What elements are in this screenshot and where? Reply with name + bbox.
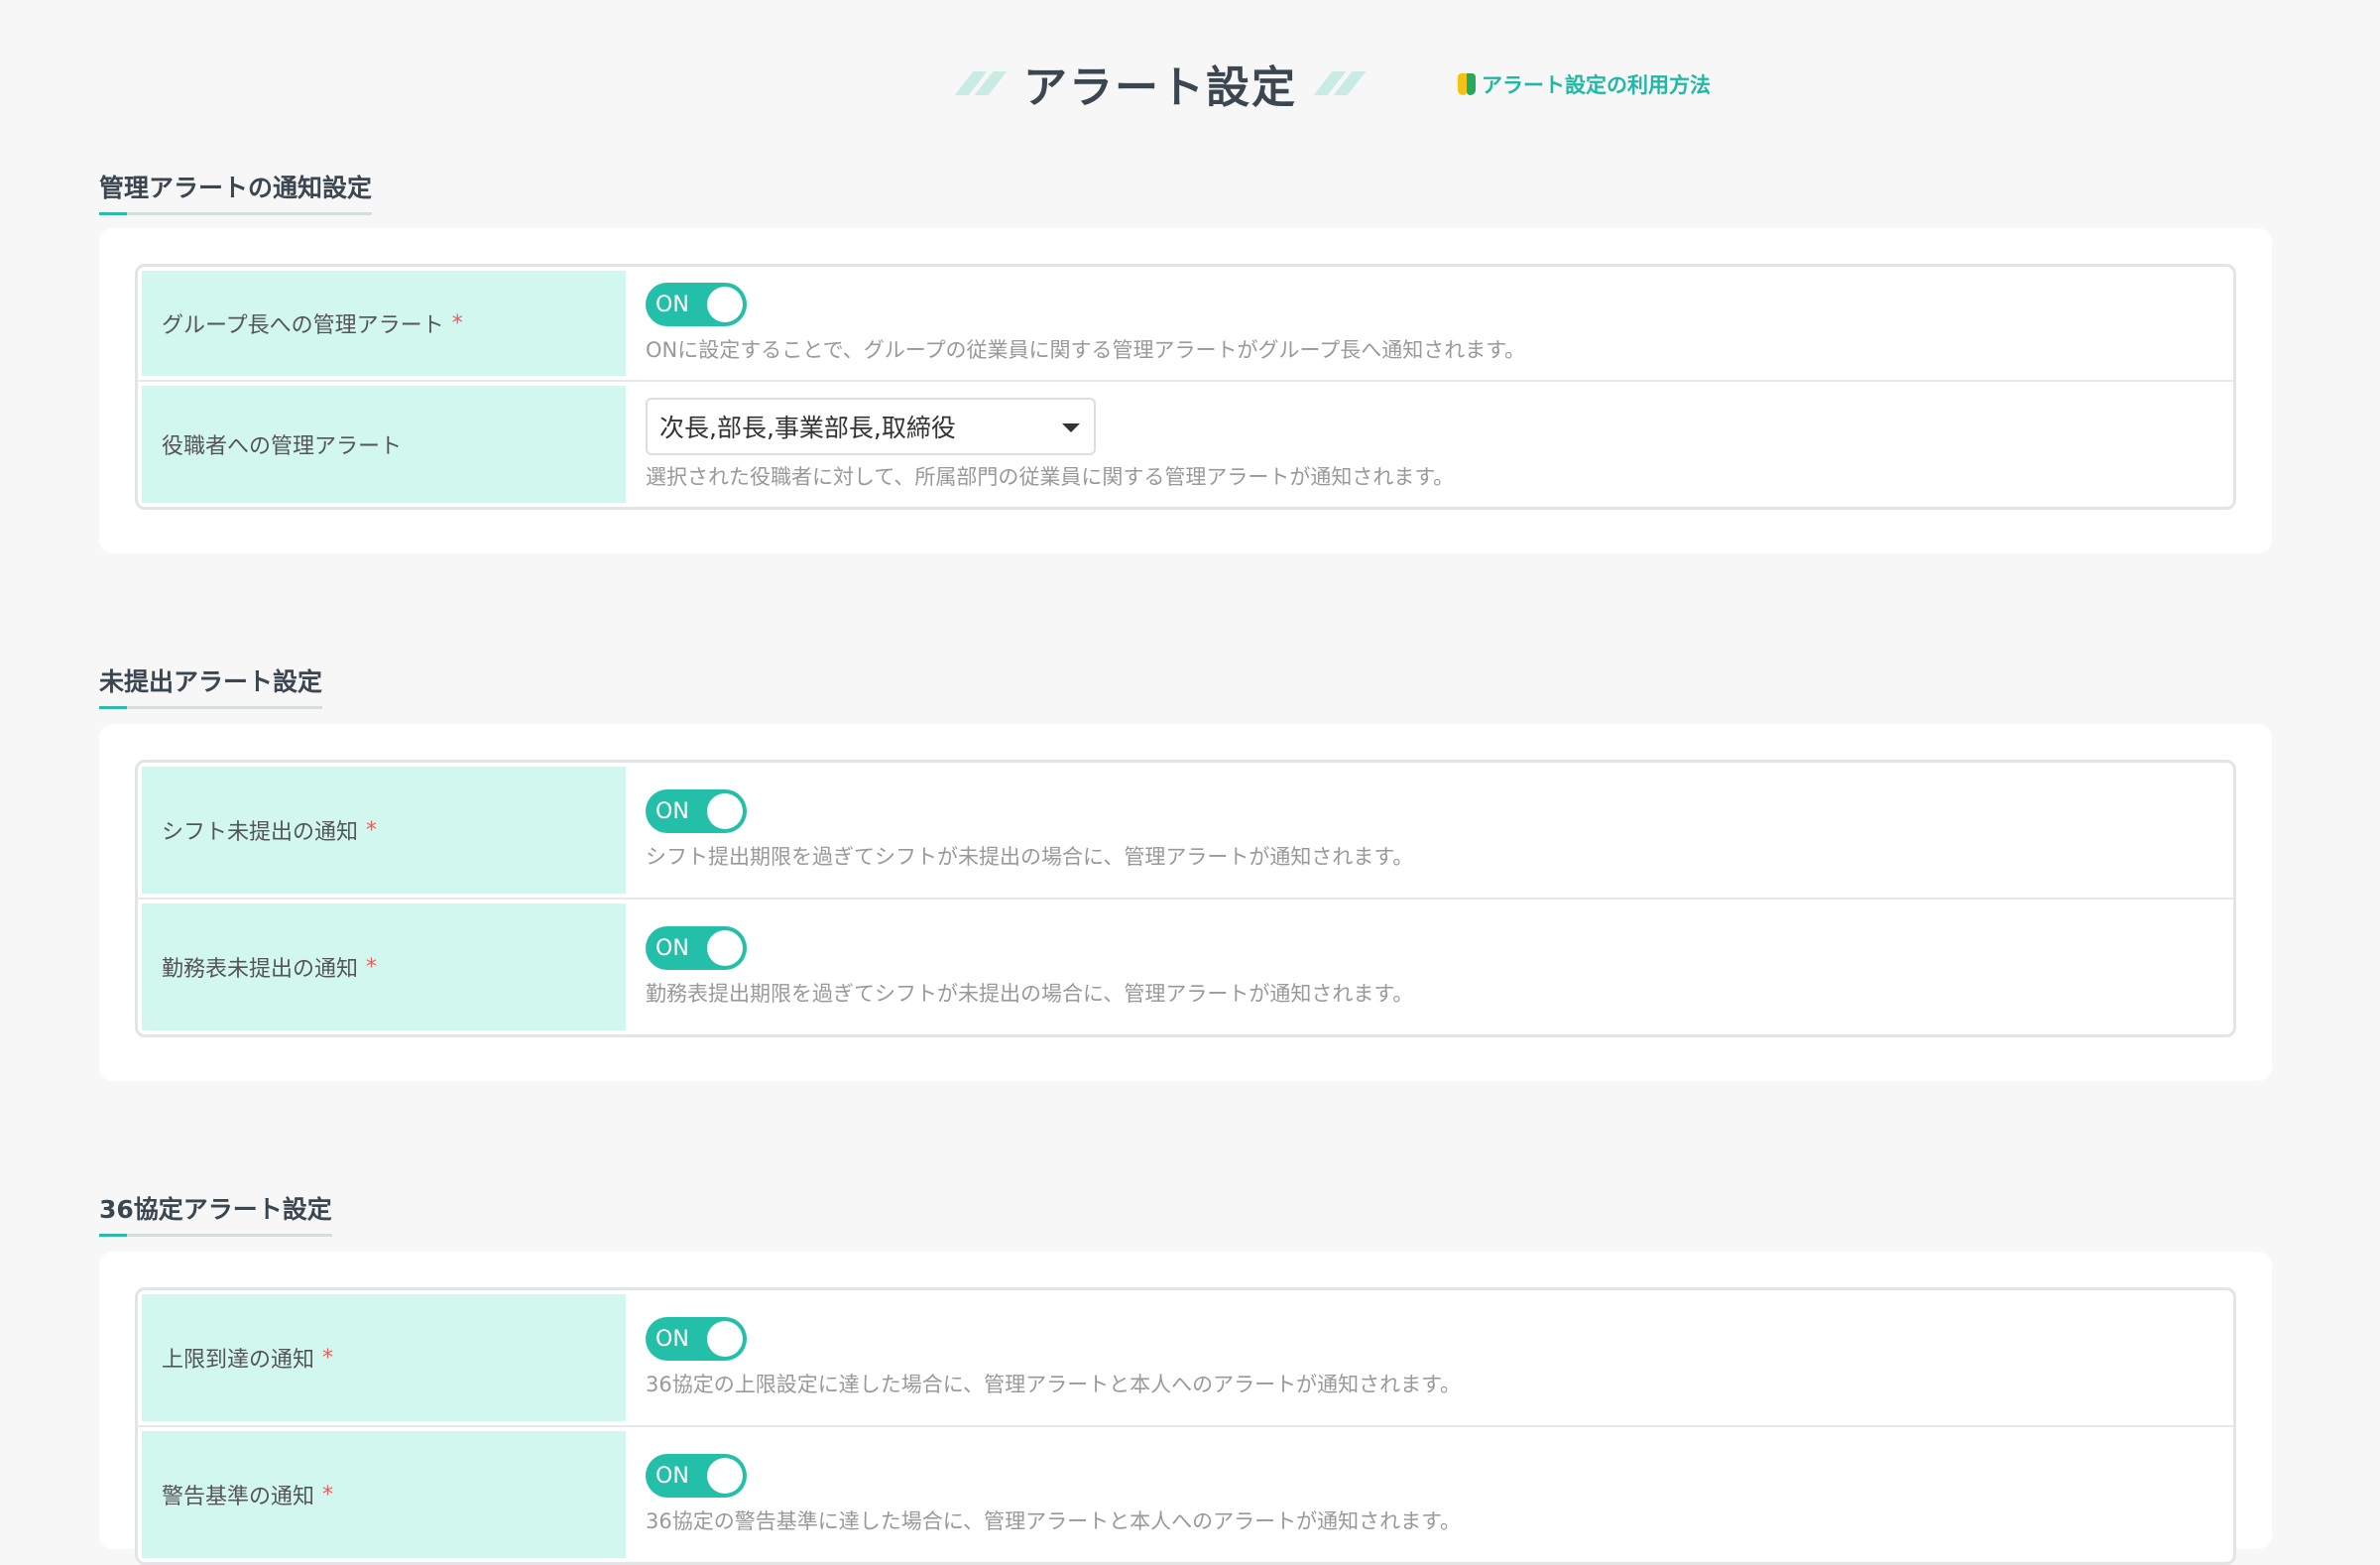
help-link[interactable]: アラート設定の利用方法 xyxy=(1458,69,1711,99)
row-label: シフト未提出の通知 * xyxy=(142,767,626,894)
section-title-unsubmitted: 未提出アラート設定 xyxy=(99,662,323,709)
toggle-state-label: ON xyxy=(655,293,689,317)
toggle-knob xyxy=(707,287,743,322)
timesheet-unsubmitted-toggle[interactable]: ON xyxy=(646,926,747,970)
row-label-text: シフト未提出の通知 xyxy=(162,820,359,845)
beginner-leaf-icon xyxy=(1458,71,1476,97)
row-description: ONに設定することで、グループの従業員に関する管理アラートがグループ長へ通知され… xyxy=(646,338,1526,362)
row-content: ON 36協定の上限設定に達した場合に、管理アラートと本人へのアラートが通知され… xyxy=(626,1290,2233,1425)
page-header: アラート設定 アラート設定の利用方法 xyxy=(0,44,2380,123)
row-description: シフト提出期限を過ぎてシフトが未提出の場合に、管理アラートが通知されます。 xyxy=(646,845,1414,869)
row-label-text: 役職者への管理アラート xyxy=(162,434,403,459)
card-management-alerts: グループ長への管理アラート * ON ONに設定することで、グループの従業員に関… xyxy=(99,228,2272,553)
section-title-36-agreement: 36協定アラート設定 xyxy=(99,1190,332,1237)
toggle-state-label: ON xyxy=(655,799,689,824)
executive-select[interactable]: 次長,部長,事業部長,取締役 xyxy=(646,398,1096,455)
row-content: ON シフト提出期限を過ぎてシフトが未提出の場合に、管理アラートが通知されます。 xyxy=(626,763,2233,898)
settings-table: グループ長への管理アラート * ON ONに設定することで、グループの従業員に関… xyxy=(135,264,2236,510)
row-shift-unsubmitted: シフト未提出の通知 * ON シフト提出期限を過ぎてシフトが未提出の場合に、管理… xyxy=(138,763,2233,898)
row-label: グループ長への管理アラート * xyxy=(142,271,626,376)
limit-reached-toggle[interactable]: ON xyxy=(646,1317,747,1361)
row-label-text: グループ長への管理アラート xyxy=(162,313,444,338)
row-label: 上限到達の通知 * xyxy=(142,1294,626,1421)
row-description: 36協定の上限設定に達した場合に、管理アラートと本人へのアラートが通知されます。 xyxy=(646,1373,1461,1396)
title-wrap: アラート設定 xyxy=(954,52,1367,115)
section-title-text: 36協定アラート設定 xyxy=(99,1195,332,1224)
row-description: 36協定の警告基準に達した場合に、管理アラートと本人へのアラートが通知されます。 xyxy=(646,1509,1461,1533)
row-label-text: 警告基準の通知 xyxy=(162,1485,315,1509)
row-limit-reached: 上限到達の通知 * ON 36協定の上限設定に達した場合に、管理アラートと本人へ… xyxy=(138,1290,2233,1425)
toggle-knob xyxy=(707,930,743,966)
group-leader-alert-toggle[interactable]: ON xyxy=(646,283,747,326)
toggle-state-label: ON xyxy=(655,1464,689,1489)
title-decoration-left xyxy=(954,71,1008,95)
card-36-agreement-alerts: 上限到達の通知 * ON 36協定の上限設定に達した場合に、管理アラートと本人へ… xyxy=(99,1252,2272,1565)
row-label-text: 上限到達の通知 xyxy=(162,1348,315,1373)
settings-table: 上限到達の通知 * ON 36協定の上限設定に達した場合に、管理アラートと本人へ… xyxy=(135,1287,2236,1565)
caret-down-icon xyxy=(1062,423,1080,432)
warning-threshold-toggle[interactable]: ON xyxy=(646,1454,747,1498)
required-mark: * xyxy=(322,1345,334,1371)
select-value: 次長,部長,事業部長,取締役 xyxy=(659,414,956,442)
row-content: ON 勤務表提出期限を過ぎてシフトが未提出の場合に、管理アラートが通知されます。 xyxy=(626,900,2233,1034)
row-label: 勤務表未提出の通知 * xyxy=(142,903,626,1030)
required-mark: * xyxy=(322,1482,334,1507)
settings-table: シフト未提出の通知 * ON シフト提出期限を過ぎてシフトが未提出の場合に、管理… xyxy=(135,760,2236,1037)
section-title-accent xyxy=(99,1234,127,1237)
row-label-text: 勤務表未提出の通知 xyxy=(162,957,359,982)
section-title-accent xyxy=(99,212,127,215)
row-label: 警告基準の通知 * xyxy=(142,1431,626,1558)
toggle-state-label: ON xyxy=(655,1327,689,1352)
toggle-knob xyxy=(707,1458,743,1494)
shift-unsubmitted-toggle[interactable]: ON xyxy=(646,789,747,833)
page-title: アラート設定 xyxy=(1023,62,1297,113)
section-title-management: 管理アラートの通知設定 xyxy=(99,169,373,215)
row-group-leader-alert: グループ長への管理アラート * ON ONに設定することで、グループの従業員に関… xyxy=(138,267,2233,380)
help-link-label: アラート設定の利用方法 xyxy=(1482,73,1711,97)
row-executive-alert: 役職者への管理アラート 次長,部長,事業部長,取締役 選択された役職者に対して、… xyxy=(138,380,2233,507)
section-title-accent xyxy=(99,706,127,709)
row-content: ON ONに設定することで、グループの従業員に関する管理アラートがグループ長へ通… xyxy=(626,267,2233,380)
row-content: ON 36協定の警告基準に達した場合に、管理アラートと本人へのアラートが通知され… xyxy=(626,1427,2233,1562)
row-timesheet-unsubmitted: 勤務表未提出の通知 * ON 勤務表提出期限を過ぎてシフトが未提出の場合に、管理… xyxy=(138,898,2233,1034)
toggle-state-label: ON xyxy=(655,936,689,961)
toggle-knob xyxy=(707,793,743,829)
required-mark: * xyxy=(366,817,378,843)
section-title-text: 未提出アラート設定 xyxy=(99,667,323,696)
row-description: 選択された役職者に対して、所属部門の従業員に関する管理アラートが通知されます。 xyxy=(646,465,1455,489)
title-decoration-right xyxy=(1313,71,1367,95)
row-description: 勤務表提出期限を過ぎてシフトが未提出の場合に、管理アラートが通知されます。 xyxy=(646,982,1414,1006)
required-mark: * xyxy=(451,310,463,336)
row-warning-threshold: 警告基準の通知 * ON 36協定の警告基準に達した場合に、管理アラートと本人へ… xyxy=(138,1425,2233,1562)
section-title-text: 管理アラートの通知設定 xyxy=(99,174,373,202)
row-content: 次長,部長,事業部長,取締役 選択された役職者に対して、所属部門の従業員に関する… xyxy=(626,382,2233,507)
toggle-knob xyxy=(707,1321,743,1357)
card-unsubmitted-alerts: シフト未提出の通知 * ON シフト提出期限を過ぎてシフトが未提出の場合に、管理… xyxy=(99,724,2272,1081)
row-label: 役職者への管理アラート xyxy=(142,386,626,503)
required-mark: * xyxy=(366,954,378,980)
